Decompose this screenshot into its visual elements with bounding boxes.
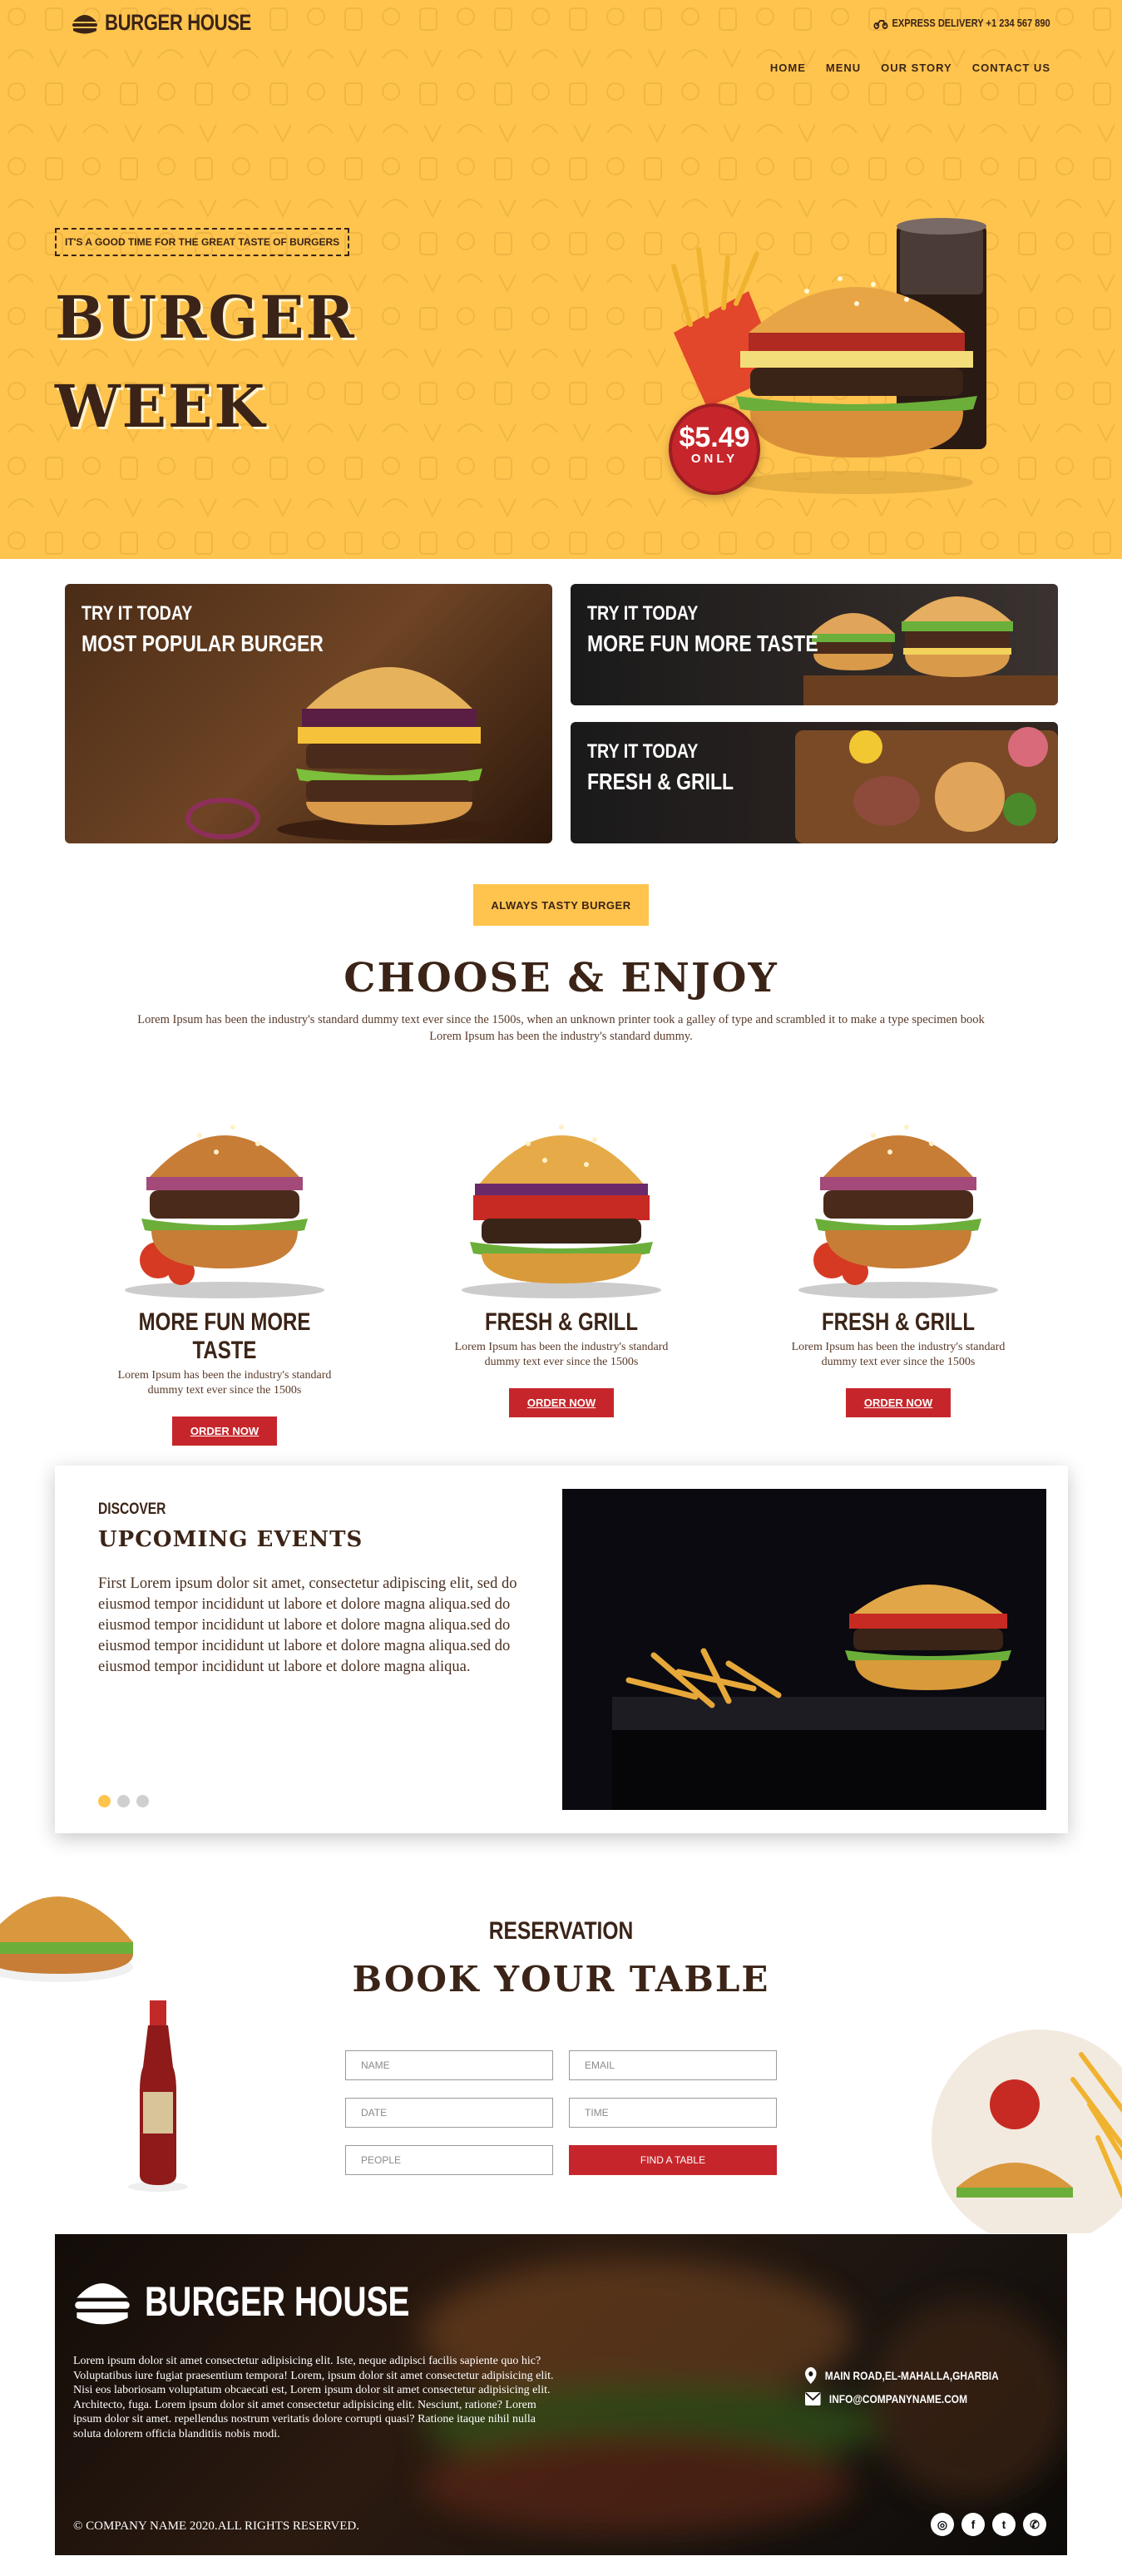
- whatsapp-icon[interactable]: ✆: [1023, 2513, 1046, 2536]
- hero-section: BURGER HOUSE EXPRESS DELIVERY +1 234 567…: [0, 0, 1122, 559]
- food-plate-decoration: [932, 2030, 1122, 2233]
- hero-title-line1: BURGER: [55, 283, 356, 352]
- price-amount: $5.49: [679, 422, 750, 453]
- carousel-dot-3[interactable]: [136, 1795, 149, 1807]
- instagram-icon[interactable]: ◎: [931, 2513, 954, 2536]
- hero-tagline: IT'S A GOOD TIME FOR THE GREAT TASTE OF …: [55, 228, 350, 256]
- hot-sauce-bottle: [128, 2000, 188, 2192]
- express-delivery[interactable]: EXPRESS DELIVERY +1 234 567 890: [873, 17, 1050, 29]
- site-footer: BURGER HOUSE Lorem ipsum dolor sit amet …: [55, 2234, 1067, 2555]
- events-kicker: DISCOVER: [98, 1501, 166, 1518]
- promo-kicker: TRY IT TODAY: [587, 602, 699, 625]
- date-field[interactable]: [345, 2098, 553, 2128]
- product-description: Lorem Ipsum has been the industry's stan…: [117, 1369, 332, 1397]
- burger-logo-icon: [72, 14, 97, 33]
- product-description: Lorem Ipsum has been the industry's stan…: [791, 1341, 1006, 1368]
- events-title: UPCOMING EVENTS: [98, 1527, 363, 1552]
- product-card: FRESH & GRILL Lorem Ipsum has been the i…: [774, 1094, 1023, 1417]
- product-description: Lorem Ipsum has been the industry's stan…: [454, 1341, 669, 1368]
- popular-burger-image: [277, 667, 502, 841]
- events-carousel: DISCOVER UPCOMING EVENTS First Lorem ips…: [55, 1466, 1068, 1833]
- promo-card-fresh-grill[interactable]: TRY IT TODAY FRESH & GRILL: [571, 722, 1058, 843]
- choose-description: Lorem Ipsum has been the industry's stan…: [137, 1013, 985, 1043]
- product-name: MORE FUN MORE TASTE: [138, 1308, 311, 1364]
- location-pin-icon: [805, 2367, 817, 2384]
- promo-title: MORE FUN MORE TASTE: [587, 630, 818, 656]
- social-links: ◎ f t ✆: [931, 2513, 1046, 2536]
- reservation-kicker: RESERVATION: [488, 1917, 634, 1945]
- main-nav: HOME MENU OUR STORY CONTACT US: [770, 62, 1050, 74]
- always-tasty-badge: ALWAYS TASTY BURGER: [473, 884, 649, 926]
- nav-contact-us[interactable]: CONTACT US: [972, 62, 1050, 74]
- nav-our-story[interactable]: OUR STORY: [881, 62, 952, 74]
- reservation-title: BOOK YOUR TABLE: [352, 1959, 770, 2000]
- product-name: FRESH & GRILL: [485, 1308, 638, 1336]
- email-field[interactable]: [569, 2050, 777, 2080]
- promo-cards: TRY IT TODAY MOST POPULAR BURGER TRY IT …: [65, 584, 1058, 843]
- order-now-button[interactable]: ORDER NOW: [509, 1388, 614, 1417]
- name-field[interactable]: [345, 2050, 553, 2080]
- order-now-button[interactable]: ORDER NOW: [846, 1388, 951, 1417]
- facebook-icon[interactable]: f: [961, 2513, 985, 2536]
- burger-logo-icon: [75, 2283, 130, 2325]
- promo-title: FRESH & GRILL: [587, 769, 734, 794]
- promo-kicker: TRY IT TODAY: [587, 740, 699, 763]
- product-burger-image: [125, 1125, 324, 1298]
- burger-fries-photo: [562, 1489, 1046, 1810]
- choose-title: CHOOSE & ENJOY: [344, 955, 778, 1001]
- events-text: First Lorem ipsum dolor sit amet, consec…: [98, 1575, 517, 1675]
- promo-card-popular[interactable]: TRY IT TODAY MOST POPULAR BURGER: [65, 584, 552, 843]
- copyright: © COMPANY NAME 2020.ALL RIGHTS RESERVED.: [73, 2519, 359, 2533]
- site-logo[interactable]: BURGER HOUSE: [72, 10, 284, 36]
- scooter-icon: [873, 19, 888, 29]
- price-note: ONLY: [690, 452, 739, 466]
- reservation-section: RESERVATION BOOK YOUR TABLE FIND A TABLE: [0, 1876, 1122, 2233]
- product-burger-image: [462, 1125, 661, 1298]
- address-row: MAIN ROAD,EL-MAHALLA,GHARBIA: [805, 2367, 999, 2384]
- order-now-button[interactable]: ORDER NOW: [172, 1417, 277, 1446]
- carousel-dot-2[interactable]: [117, 1795, 130, 1807]
- carousel-dots: [98, 1795, 149, 1807]
- envelope-icon: [805, 2392, 821, 2405]
- people-field[interactable]: [345, 2145, 553, 2175]
- hero-title: BURGER WEEK: [55, 273, 356, 451]
- product-name: FRESH & GRILL: [822, 1308, 975, 1336]
- events-image: [562, 1489, 1046, 1810]
- promo-kicker: TRY IT TODAY: [82, 602, 193, 625]
- delivery-text: EXPRESS DELIVERY +1 234 567 890: [892, 17, 1050, 29]
- footer-email: INFO@COMPANYNAME.COM: [828, 2392, 967, 2405]
- product-card: MORE FUN MORE TASTE Lorem Ipsum has been…: [100, 1094, 349, 1446]
- nav-menu[interactable]: MENU: [826, 62, 861, 74]
- price-badge: $5.49 ONLY: [669, 403, 760, 495]
- promo-card-fun-taste[interactable]: TRY IT TODAY MORE FUN MORE TASTE: [571, 584, 1058, 705]
- footer-logo-text: BURGER HOUSE: [145, 2278, 410, 2325]
- logo-text: BURGER HOUSE: [105, 10, 251, 35]
- twitter-icon[interactable]: t: [992, 2513, 1016, 2536]
- onion-rings-icon: [185, 798, 260, 839]
- find-table-button[interactable]: FIND A TABLE: [569, 2145, 777, 2175]
- footer-contact: MAIN ROAD,EL-MAHALLA,GHARBIA INFO@COMPAN…: [805, 2367, 1033, 2414]
- page-bottom-spacer: [0, 2555, 1122, 2576]
- product-card: FRESH & GRILL Lorem Ipsum has been the i…: [437, 1094, 686, 1417]
- footer-address: MAIN ROAD,EL-MAHALLA,GHARBIA: [824, 2369, 999, 2382]
- footer-about-text: Lorem ipsum dolor sit amet consectetur a…: [73, 2355, 554, 2440]
- product-burger-image: [798, 1125, 998, 1298]
- carousel-dot-1[interactable]: [98, 1795, 111, 1807]
- email-row[interactable]: INFO@COMPANYNAME.COM: [805, 2392, 999, 2405]
- promo-title: MOST POPULAR BURGER: [82, 630, 324, 656]
- nav-home[interactable]: HOME: [770, 62, 806, 74]
- time-field[interactable]: [569, 2098, 777, 2128]
- footer-logo[interactable]: BURGER HOUSE: [73, 2276, 484, 2327]
- hero-title-line2: WEEK: [55, 372, 267, 441]
